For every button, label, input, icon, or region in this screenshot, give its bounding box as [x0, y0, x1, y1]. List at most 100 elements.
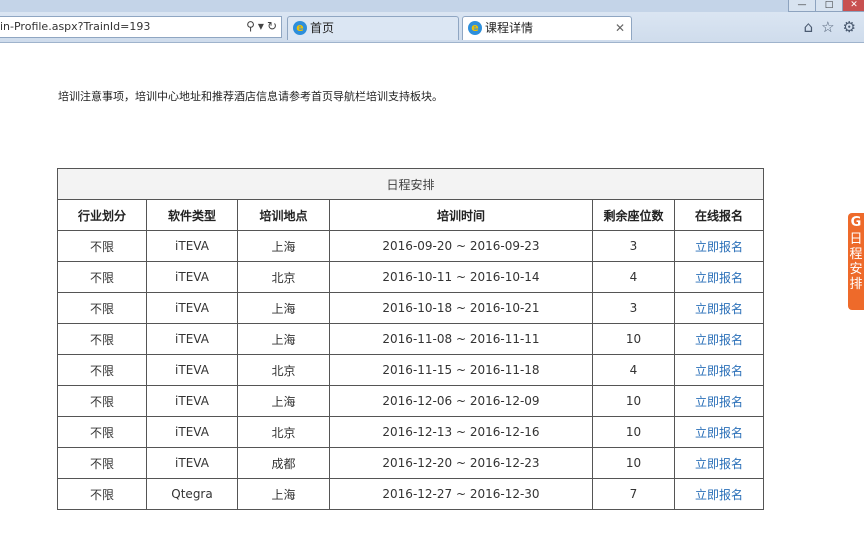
cell-software: iTEVA — [146, 416, 238, 448]
search-icon[interactable]: ⚲ — [246, 19, 255, 33]
register-link[interactable]: 立即报名 — [695, 457, 743, 471]
cell-software: iTEVA — [146, 385, 238, 417]
cell-industry: 不限 — [57, 292, 147, 324]
star-icon[interactable]: ☆ — [821, 18, 834, 36]
cell-register: 立即报名 — [674, 354, 764, 386]
cell-seats: 4 — [592, 261, 675, 293]
maximize-button[interactable]: □ — [815, 0, 843, 12]
address-bar[interactable]: in-Profile.aspx?TrainId=193 ⚲ ▾ ↻ — [0, 16, 282, 38]
cell-time: 2016-12-27 ~ 2016-12-30 — [329, 478, 593, 510]
home-icon[interactable]: ⌂ — [804, 18, 814, 36]
cell-industry: 不限 — [57, 354, 147, 386]
schedule-title-row: 日程安排 — [57, 168, 764, 200]
cell-location: 北京 — [237, 261, 330, 293]
register-link[interactable]: 立即报名 — [695, 333, 743, 347]
register-link[interactable]: 立即报名 — [695, 364, 743, 378]
refresh-icon[interactable]: ↻ — [267, 19, 277, 33]
cell-seats: 10 — [592, 447, 675, 479]
table-row: 不限 iTEVA 上海 2016-09-20 ~ 2016-09-23 3 立即报名 — [57, 230, 764, 262]
cell-industry: 不限 — [57, 416, 147, 448]
schedule-header-row: 行业划分 软件类型 培训地点 培训时间 剩余座位数 在线报名 — [57, 199, 764, 231]
cell-register: 立即报名 — [674, 478, 764, 510]
schedule-table: 日程安排 行业划分 软件类型 培训地点 培训时间 剩余座位数 在线报名 不限 iT… — [57, 168, 764, 510]
close-window-button[interactable]: ✕ — [842, 0, 864, 12]
schedule-title: 日程安排 — [57, 168, 764, 200]
address-text: in-Profile.aspx?TrainId=193 — [0, 20, 151, 33]
table-row: 不限 iTEVA 北京 2016-11-15 ~ 2016-11-18 4 立即报名 — [57, 354, 764, 386]
cell-time: 2016-10-18 ~ 2016-10-21 — [329, 292, 593, 324]
cell-time: 2016-12-06 ~ 2016-12-09 — [329, 385, 593, 417]
cell-register: 立即报名 — [674, 261, 764, 293]
cell-location: 北京 — [237, 354, 330, 386]
register-link[interactable]: 立即报名 — [695, 302, 743, 316]
cell-location: 上海 — [237, 292, 330, 324]
table-row: 不限 iTEVA 成都 2016-12-20 ~ 2016-12-23 10 立即报名 — [57, 447, 764, 479]
tab-label: 课程详情 — [485, 21, 534, 35]
cell-seats: 10 — [592, 323, 675, 355]
cell-industry: 不限 — [57, 478, 147, 510]
cell-register: 立即报名 — [674, 447, 764, 479]
register-link[interactable]: 立即报名 — [695, 271, 743, 285]
tab-course-detail[interactable]: e 课程详情 ✕ — [462, 16, 632, 40]
cell-seats: 10 — [592, 416, 675, 448]
cell-register: 立即报名 — [674, 323, 764, 355]
side-tab-char: 程 — [849, 247, 863, 262]
side-tab-char: 安 — [849, 262, 863, 277]
tab-home[interactable]: e 首页 — [287, 16, 459, 40]
table-row: 不限 iTEVA 北京 2016-10-11 ~ 2016-10-14 4 立即报名 — [57, 261, 764, 293]
cell-seats: 3 — [592, 292, 675, 324]
dropdown-icon[interactable]: ▾ — [258, 19, 264, 33]
cell-time: 2016-09-20 ~ 2016-09-23 — [329, 230, 593, 262]
register-link[interactable]: 立即报名 — [695, 488, 743, 502]
cell-software: iTEVA — [146, 261, 238, 293]
cell-seats: 4 — [592, 354, 675, 386]
cell-location: 上海 — [237, 230, 330, 262]
cell-software: iTEVA — [146, 447, 238, 479]
register-link[interactable]: 立即报名 — [695, 240, 743, 254]
tab-label: 首页 — [310, 21, 335, 35]
cell-industry: 不限 — [57, 447, 147, 479]
cell-register: 立即报名 — [674, 230, 764, 262]
cell-time: 2016-11-15 ~ 2016-11-18 — [329, 354, 593, 386]
header-seats: 剩余座位数 — [592, 199, 675, 231]
cell-time: 2016-11-08 ~ 2016-11-11 — [329, 323, 593, 355]
table-row: 不限 iTEVA 上海 2016-12-06 ~ 2016-12-09 10 立即报名 — [57, 385, 764, 417]
header-time: 培训时间 — [329, 199, 593, 231]
cell-software: Qtegra — [146, 478, 238, 510]
cell-time: 2016-10-11 ~ 2016-10-14 — [329, 261, 593, 293]
ie-icon: e — [293, 21, 307, 35]
cell-seats: 7 — [592, 478, 675, 510]
cell-location: 北京 — [237, 416, 330, 448]
minimize-button[interactable]: — — [788, 0, 816, 12]
header-software: 软件类型 — [146, 199, 238, 231]
cell-seats: 3 — [592, 230, 675, 262]
cell-time: 2016-12-20 ~ 2016-12-23 — [329, 447, 593, 479]
cell-software: iTEVA — [146, 323, 238, 355]
cell-software: iTEVA — [146, 230, 238, 262]
cell-industry: 不限 — [57, 385, 147, 417]
cell-time: 2016-12-13 ~ 2016-12-16 — [329, 416, 593, 448]
cell-location: 成都 — [237, 447, 330, 479]
gear-icon[interactable]: ⚙ — [843, 18, 856, 36]
table-row: 不限 iTEVA 上海 2016-11-08 ~ 2016-11-11 10 立即报名 — [57, 323, 764, 355]
cell-location: 上海 — [237, 478, 330, 510]
header-location: 培训地点 — [237, 199, 330, 231]
cell-industry: 不限 — [57, 261, 147, 293]
title-bar — [0, 0, 864, 12]
header-industry: 行业划分 — [57, 199, 147, 231]
cell-location: 上海 — [237, 385, 330, 417]
table-row: 不限 Qtegra 上海 2016-12-27 ~ 2016-12-30 7 立即报名 — [57, 478, 764, 510]
close-tab-icon[interactable]: ✕ — [615, 17, 625, 39]
ie-icon: e — [468, 21, 482, 35]
table-row: 不限 iTEVA 上海 2016-10-18 ~ 2016-10-21 3 立即报名 — [57, 292, 764, 324]
side-tab-char: 日 — [849, 232, 863, 247]
register-link[interactable]: 立即报名 — [695, 426, 743, 440]
cell-software: iTEVA — [146, 354, 238, 386]
cell-location: 上海 — [237, 323, 330, 355]
cell-industry: 不限 — [57, 230, 147, 262]
side-tab-char: 排 — [849, 277, 863, 292]
register-link[interactable]: 立即报名 — [695, 395, 743, 409]
table-row: 不限 iTEVA 北京 2016-12-13 ~ 2016-12-16 10 立即报名 — [57, 416, 764, 448]
side-tab-logo-icon: G — [850, 215, 862, 230]
side-schedule-tab[interactable]: G 日 程 安 排 — [848, 213, 864, 310]
